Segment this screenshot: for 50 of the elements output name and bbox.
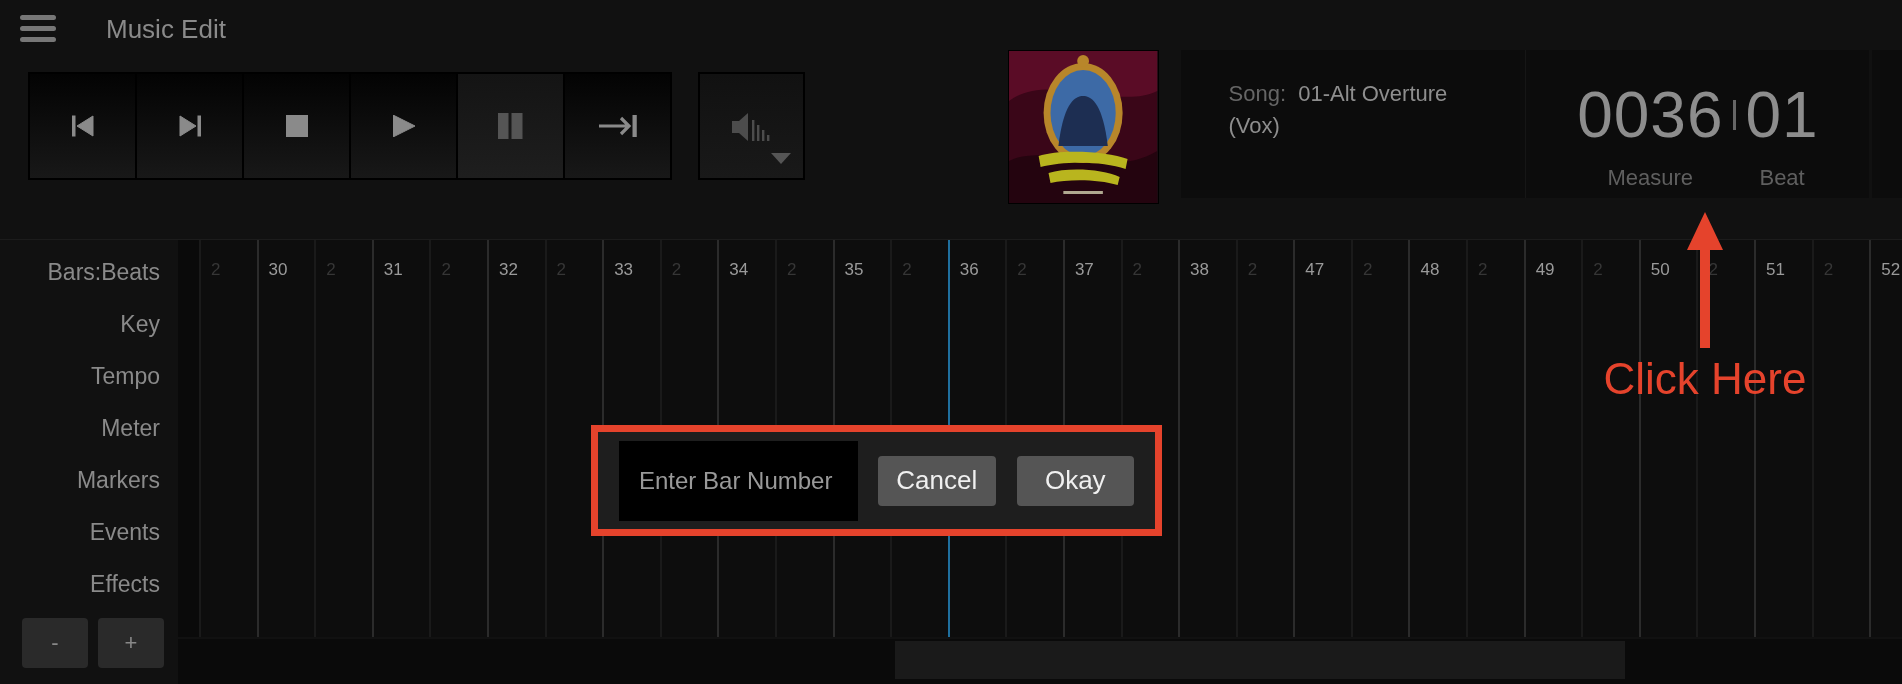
stop-icon [285,115,308,137]
position-counter[interactable]: 0036 01 Measure Beat [1525,50,1870,198]
bar-number: 52 [1881,260,1901,279]
song-info: Song: 01-Alt Overture (Vox) [1228,80,1449,140]
track-label: Tempo [90,362,160,390]
track-label: Bars:Beats [47,258,160,286]
zoom-button[interactable]: - [22,618,88,668]
bar-number: 47 [1305,260,1325,279]
bar-number: 38 [1190,260,1209,279]
track-label: Events [89,518,160,546]
bar-number: 37 [1074,260,1094,279]
annotation-text: Click Here [1603,354,1807,404]
transport-button[interactable] [458,74,563,178]
play-icon [392,115,415,137]
bar-number: 33 [614,260,634,279]
bar-number: 35 [844,260,864,279]
bar-number: 34 [729,260,749,279]
bar-number: 51 [1766,260,1785,279]
transport-button[interactable] [351,74,456,178]
dropdown-caret-icon [770,153,791,164]
volume-button[interactable] [698,72,805,180]
pause-icon [497,113,524,139]
skip-back-icon [71,115,94,137]
track-label: Effects [90,570,160,598]
bar-number: 50 [1650,260,1670,279]
transport-button[interactable] [565,74,670,178]
transport-button[interactable] [30,74,135,178]
bar-number: 31 [383,260,403,279]
bar-number: 48 [1420,260,1440,279]
measure-number: 0036 [1577,79,1724,150]
skip-forward-icon [178,115,201,137]
transport-button[interactable] [244,74,349,178]
measure-label: Measure [1607,164,1694,191]
menu-icon[interactable] [20,15,56,43]
transport-button[interactable] [137,74,242,178]
track-label: Key [120,310,160,338]
track-label: Markers [76,466,160,494]
beat-label: Beat [1759,164,1805,191]
zoom-button[interactable]: + [98,618,164,668]
bar-number: 30 [268,260,288,279]
app-title: Music Edit [106,13,226,45]
bar-number: 49 [1535,260,1555,279]
bar-number: 32 [498,260,518,279]
dialog-button[interactable]: Cancel [878,455,996,506]
bar-number-field[interactable]: Enter Bar Number [619,440,858,521]
dialog-button[interactable]: Okay [1016,455,1134,506]
track-label: Meter [101,414,160,442]
bar-number: 36 [959,260,979,279]
beat-number: 01 [1745,79,1819,150]
go-to-end-icon [598,115,637,137]
